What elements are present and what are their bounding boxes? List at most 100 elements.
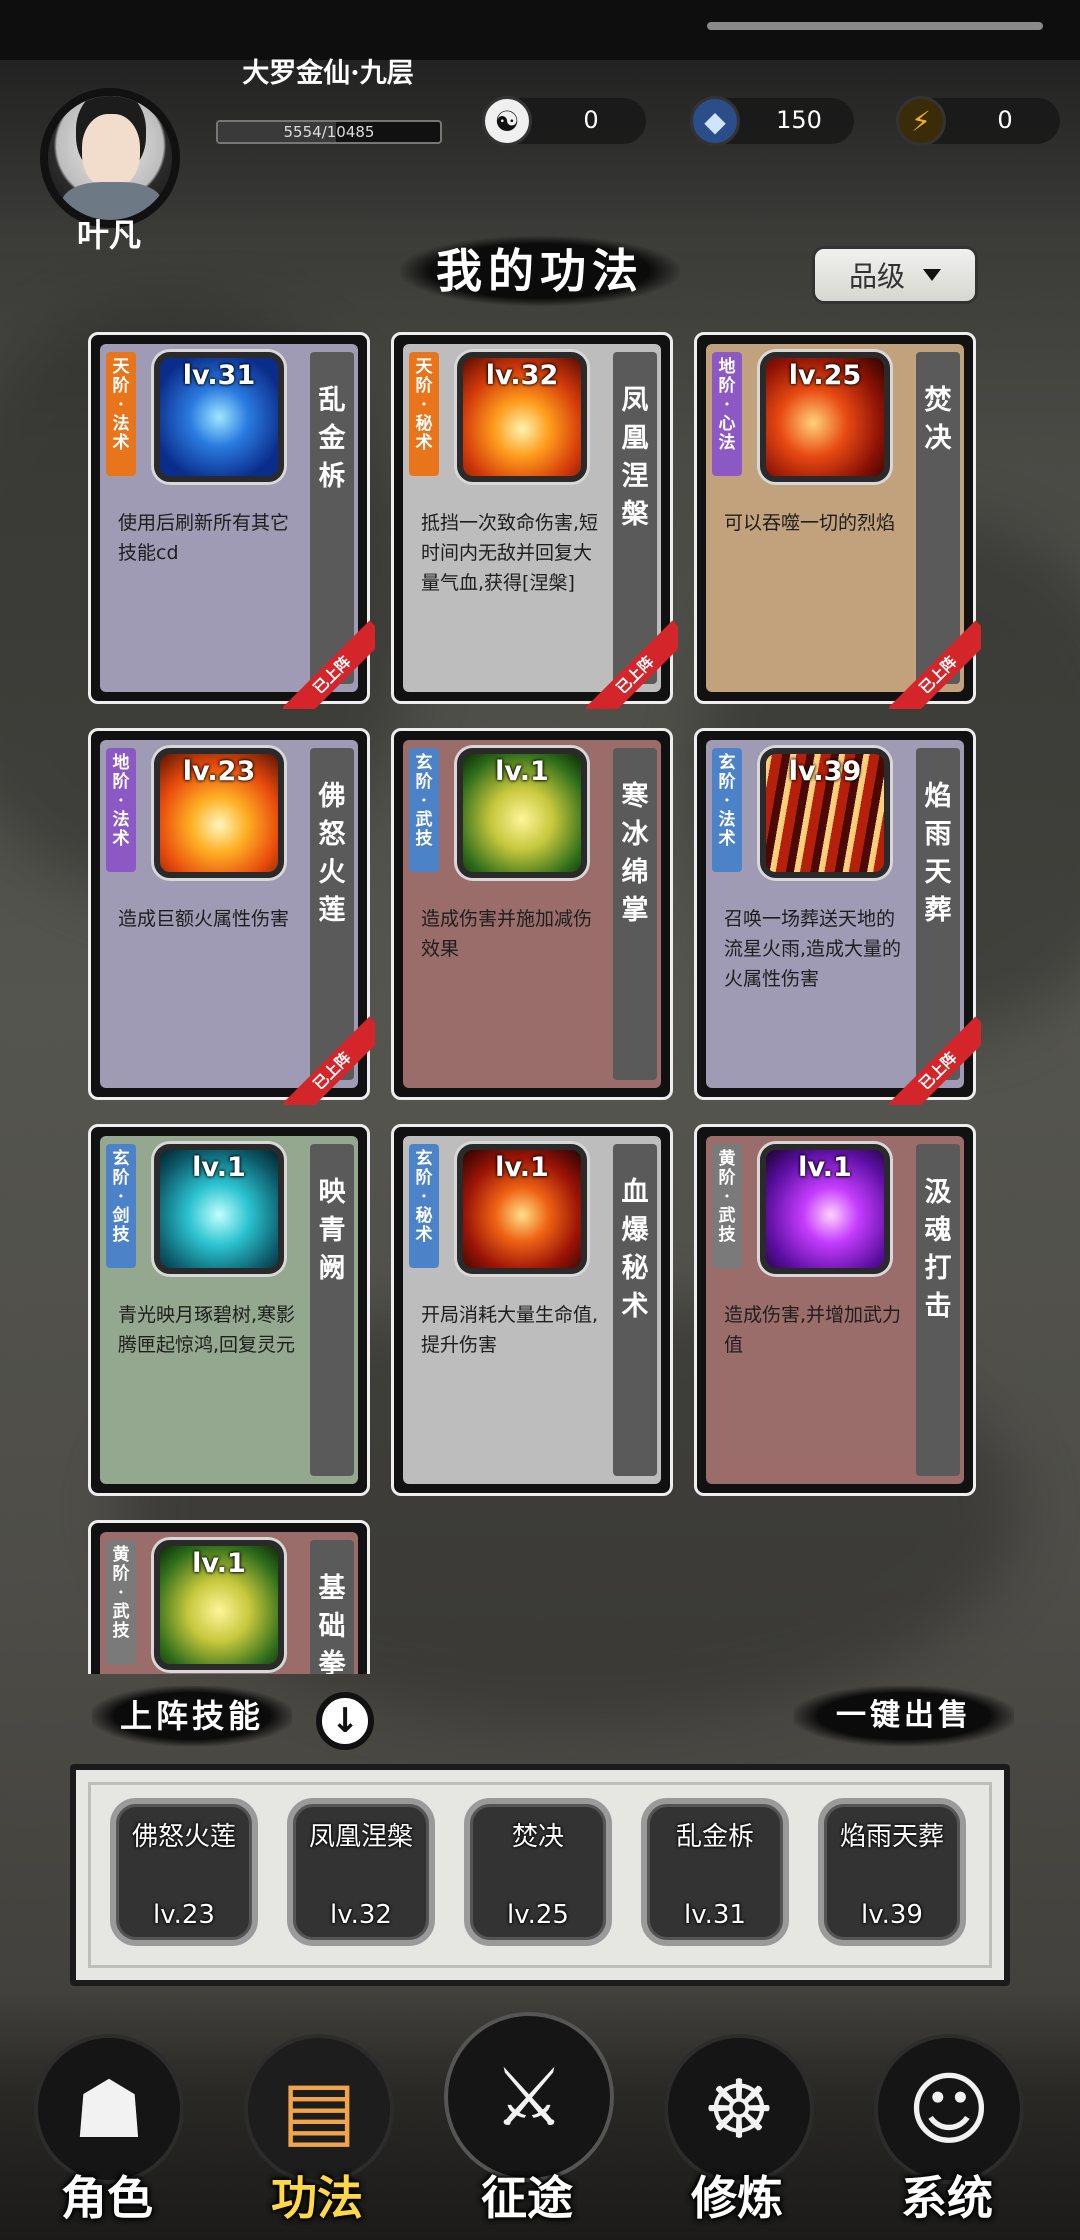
skill-card[interactable]: 天阶 · 秘术 lv.32 凤凰涅槃抵挡一次致命伤害,短时间内无敌并回复大量气血,获得[… (391, 332, 678, 709)
deployed-ribbon-text: 已上阵 (889, 620, 981, 709)
sword-emblem-icon: ⚔ (444, 2012, 614, 2182)
skill-name: 汲魂打击 (916, 1144, 960, 1476)
sort-grade-dropdown[interactable]: 品级 (812, 246, 978, 304)
skill-grade-char: 阶 (112, 1168, 130, 1188)
slot-skill-name: 乱金柝 (675, 1822, 754, 1852)
resource-yin-yang[interactable]: ☯ 0 (482, 96, 646, 146)
skill-name-char: 础 (318, 1611, 346, 1642)
skill-card-body: 黄阶 · 武技 lv.1 汲魂打击造成伤害,并增加武力值 (706, 1136, 964, 1484)
deployed-ribbon-text: 已上阵 (283, 620, 375, 709)
skill-level: lv.1 (495, 756, 549, 787)
skill-grade-char: 技 (112, 1225, 130, 1245)
nav-scroll-book[interactable]: ▤ 功法 (232, 2012, 402, 2232)
skill-card[interactable]: 玄阶 · 秘术 lv.1 血爆秘术开局消耗大量生命值,提升伤害 (391, 1124, 673, 1496)
slot-skill-name: 佛怒火莲 (131, 1822, 236, 1852)
skill-card[interactable]: 玄阶 · 剑技 lv.1 映青阙青光映月琢碧树,寒影腾匣起惊鸿,回复灵元 (88, 1124, 370, 1496)
skill-name-char: 秘 (621, 1253, 649, 1284)
skill-name-char: 魂 (924, 1215, 952, 1246)
sort-label: 品级 (848, 260, 905, 293)
skill-name-char: 绵 (621, 857, 649, 888)
skill-grade-char: 天 (415, 357, 433, 377)
skill-name-char: 槃 (621, 499, 649, 530)
skill-card[interactable]: 地阶 · 法术 lv.23 佛怒火莲 造成巨额火属性伤害 已上阵 (88, 728, 375, 1105)
skill-level: lv.23 (182, 756, 256, 787)
skill-grade-char: 法 (112, 810, 130, 830)
deployed-skill-slot[interactable]: 焰雨天葬 lv.39 (818, 1798, 966, 1946)
resource-lightning[interactable]: ⚡ 0 (896, 96, 1060, 146)
skill-name-char: 青 (318, 1215, 346, 1246)
deployed-skill-slot[interactable]: 焚决 lv.25 (464, 1798, 612, 1946)
deployed-skill-slot[interactable]: 凤凰涅槃 lv.32 (287, 1798, 435, 1946)
skill-grade-tag: 玄阶 · 武技 (409, 748, 439, 872)
lightning-icon: ⚡ (896, 96, 946, 146)
nav-meditation[interactable]: ☸ 修炼 (652, 2012, 822, 2232)
deployed-skill-slot[interactable]: 乱金柝 lv.31 (641, 1798, 789, 1946)
skill-name-char: 冰 (621, 819, 649, 850)
skill-name-char: 打 (924, 1253, 952, 1284)
resource-value: 0 (583, 106, 599, 134)
skill-icon: lv.31 (154, 352, 284, 482)
nav-label: 征途 (481, 2171, 573, 2225)
skill-level: lv.25 (788, 360, 862, 391)
skill-name-char: 柝 (318, 461, 346, 492)
nav-spirit-girl[interactable]: ☺ 系统 (862, 2012, 1032, 2232)
skill-grade-char: · (421, 1187, 427, 1207)
slot-skill-level: lv.31 (684, 1900, 746, 1930)
skill-grade-char: 阶 (415, 772, 433, 792)
skill-grade-tag: 地阶 · 心法 (712, 352, 742, 476)
skill-grade-char: 玄 (415, 1149, 433, 1169)
skill-card[interactable]: 玄阶 · 武技 lv.1 寒冰绵掌造成伤害并施加减伤效果 (391, 728, 673, 1100)
bottom-nav: ☗ 角色 ▤ 功法 ⚔ 征途 ☸ 修炼 ☺ 系统 (0, 1990, 1080, 2240)
slot-skill-level: lv.23 (153, 1900, 215, 1930)
nav-sword-emblem[interactable]: ⚔ 征途 (442, 2012, 614, 2232)
chevron-down-icon (923, 269, 941, 281)
skill-name-char: 涅 (621, 461, 649, 492)
deployed-ribbon: 已上阵 (586, 617, 678, 709)
skill-name-char: 焰 (924, 781, 952, 812)
deployed-ribbon-text: 已上阵 (283, 1016, 375, 1105)
resource-spirit-stone[interactable]: ◆ 150 (690, 96, 854, 146)
nav-hooded-figure[interactable]: ☗ 角色 (22, 2012, 192, 2232)
slot-skill-level: lv.25 (507, 1900, 569, 1930)
skill-icon: lv.1 (457, 1144, 587, 1274)
sell-all-button[interactable]: 一键出售 (794, 1686, 1014, 1746)
skill-card[interactable]: 黄阶 · 武技 lv.1 汲魂打击造成伤害,并增加武力值 (694, 1124, 976, 1496)
deployed-skill-slot[interactable]: 佛怒火莲 lv.23 (110, 1798, 258, 1946)
window-handle (707, 22, 1043, 30)
skill-name-char: 汲 (924, 1177, 952, 1208)
skill-grid[interactable]: 天阶 · 法术 lv.31 乱金柝使用后刷新所有其它技能cd 已上阵天阶 · 秘术 lv.32 凤… (88, 332, 992, 1674)
skill-grade-char: · (118, 395, 124, 415)
skill-grade-char: 法 (718, 433, 736, 453)
skill-name-char: 佛 (318, 781, 346, 812)
skill-description: 青光映月琢碧树,寒影腾匣起惊鸿,回复灵元 (118, 1304, 296, 1356)
yin-yang-icon: ☯ (482, 96, 532, 146)
skill-level: lv.1 (192, 1152, 246, 1183)
skill-grade-char: 地 (718, 357, 736, 377)
skill-card[interactable]: 天阶 · 法术 lv.31 乱金柝使用后刷新所有其它技能cd 已上阵 (88, 332, 375, 709)
skill-name-char: 阙 (318, 1253, 346, 1284)
skill-card[interactable]: 玄阶 · 法术 lv.39 焰雨天葬召唤一场葬送天地的流星火雨,造成大量的火属性伤害 已上… (694, 728, 981, 1105)
arrow-down-icon[interactable]: ↓ (316, 1692, 374, 1750)
player-avatar[interactable] (40, 88, 180, 228)
skill-grade-char: 天 (112, 357, 130, 377)
skill-grade-char: · (421, 791, 427, 811)
deployed-ribbon: 已上阵 (283, 617, 375, 709)
skill-grade-char: 黄 (112, 1545, 130, 1565)
skill-grade-tag: 地阶 · 法术 (106, 748, 136, 872)
page-title: 我的功法 (400, 236, 680, 306)
skill-card[interactable]: 地阶 · 心法 lv.25 焚决可以吞噬一切的烈焰 已上阵 (694, 332, 981, 709)
skill-grade-tag: 玄阶 · 秘术 (409, 1144, 439, 1268)
skill-name-char: 焚 (924, 385, 952, 416)
skill-grade-tag: 黄阶 · 武技 (106, 1540, 136, 1664)
skill-card[interactable]: 黄阶 · 武技 lv.1 基础拳 (88, 1520, 370, 1674)
skill-name-char: 寒 (621, 781, 649, 812)
skill-name: 映青阙 (310, 1144, 354, 1476)
skill-name-char: 莲 (318, 895, 346, 926)
skill-name-char: 火 (318, 857, 346, 888)
status-bar (0, 0, 1080, 60)
skill-icon: lv.1 (760, 1144, 890, 1274)
skill-name-char: 基 (318, 1573, 346, 1604)
skill-grade-char: 技 (112, 1621, 130, 1641)
resource-value: 150 (776, 106, 822, 134)
skill-grade-char: 术 (415, 1225, 433, 1245)
